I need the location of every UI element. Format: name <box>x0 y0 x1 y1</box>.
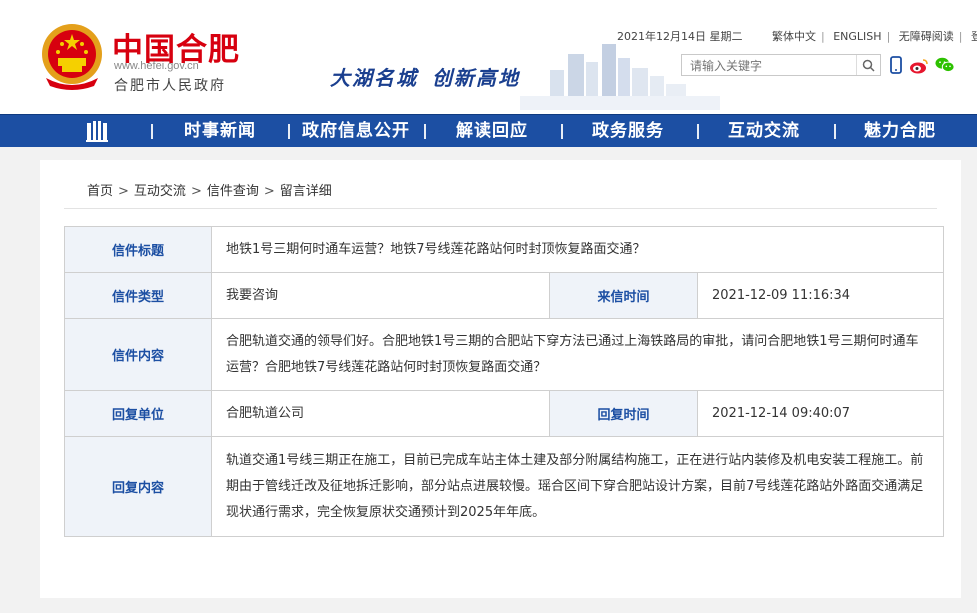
letter-content-value: 合肥轨道交通的领导们好。合肥地铁1号三期的合肥站下穿方法已通过上海铁路局的审批，… <box>211 318 944 391</box>
reply-unit-label: 回复单位 <box>64 390 212 437</box>
breadcrumb-home[interactable]: 首页 <box>87 184 113 199</box>
site-subtitle: 合肥市人民政府 <box>114 78 226 94</box>
reply-unit-value: 合肥轨道公司 <box>211 390 550 437</box>
nav-item-charm-hefei[interactable]: 魅力合肥 <box>840 115 960 148</box>
breadcrumb-interaction[interactable]: 互动交流 <box>134 184 186 199</box>
table-row: 信件标题 地铁1号三期何时通车运营？地铁7号线莲花路站何时封顶恢复路面交通？ <box>64 226 944 273</box>
letter-type-label: 信件类型 <box>64 272 212 319</box>
letter-time-label: 来信时间 <box>549 272 698 319</box>
main-nav: 时事新闻 政府信息公开 解读回应 政务服务 互动交流 魅力合肥 <box>0 114 977 147</box>
slogan-part1: 大湖名城 <box>330 66 418 90</box>
top-links: 2021年12月14日 星期二 繁体中文| ENGLISH| 无障碍阅读| 登录 <box>617 28 977 44</box>
reply-content-label: 回复内容 <box>64 436 212 537</box>
link-english[interactable]: ENGLISH <box>833 30 881 43</box>
reply-time-value: 2021-12-14 09:40:07 <box>697 390 944 437</box>
mobile-link[interactable] <box>886 55 906 75</box>
link-accessibility[interactable]: 无障碍阅读 <box>899 28 954 44</box>
weibo-link[interactable] <box>909 55 929 75</box>
table-row: 信件类型 我要咨询 来信时间 2021-12-09 11:16:34 <box>64 272 944 319</box>
site-url: www.hefei.gov.cn <box>114 60 199 72</box>
site-header: 中国合肥 www.hefei.gov.cn 合肥市人民政府 大湖名城 创新高地 2… <box>0 0 977 114</box>
letter-content-label: 信件内容 <box>64 318 212 391</box>
reply-content-value: 轨道交通1号线三期正在施工，目前已完成车站主体土建及部分附属结构施工，正在进行站… <box>211 436 944 537</box>
letter-time-value: 2021-12-09 11:16:34 <box>697 272 944 319</box>
search-button[interactable] <box>856 55 880 75</box>
wechat-icon <box>935 57 955 72</box>
table-row: 信件内容 合肥轨道交通的领导们好。合肥地铁1号三期的合肥站下穿方法已通过上海铁路… <box>64 318 944 391</box>
slogan: 大湖名城 创新高地 <box>330 62 520 91</box>
breadcrumb-letter-query[interactable]: 信件查询 <box>207 184 259 199</box>
breadcrumb: 首页 > 互动交流 > 信件查询 > 留言详细 <box>87 184 332 199</box>
nav-item-gov-services[interactable]: 政务服务 <box>568 115 688 148</box>
home-building-icon[interactable] <box>85 119 109 143</box>
breadcrumb-divider <box>64 208 937 209</box>
wechat-link[interactable] <box>935 55 955 75</box>
nav-item-gov-info[interactable]: 政府信息公开 <box>292 115 420 148</box>
table-row: 回复单位 合肥轨道公司 回复时间 2021-12-14 09:40:07 <box>64 390 944 437</box>
breadcrumb-current: 留言详细 <box>279 184 332 199</box>
nav-item-news[interactable]: 时事新闻 <box>160 115 280 148</box>
current-date: 2021年12月14日 星期二 <box>617 30 743 43</box>
reply-time-label: 回复时间 <box>549 390 698 437</box>
search-box <box>681 54 881 76</box>
search-input[interactable] <box>682 56 852 76</box>
slogan-part2: 创新高地 <box>432 66 520 90</box>
letter-type-value: 我要咨询 <box>211 272 550 319</box>
letter-title-value: 地铁1号三期何时通车运营？地铁7号线莲花路站何时封顶恢复路面交通？ <box>211 226 944 273</box>
nav-item-interpretation[interactable]: 解读回应 <box>432 115 552 148</box>
link-traditional-chinese[interactable]: 繁体中文 <box>772 28 816 44</box>
letter-detail-table: 信件标题 地铁1号三期何时通车运营？地铁7号线莲花路站何时封顶恢复路面交通？ 信… <box>64 226 944 537</box>
letter-title-label: 信件标题 <box>64 226 212 273</box>
search-icon <box>862 59 875 72</box>
mobile-icon <box>890 56 902 74</box>
national-emblem-icon <box>42 24 102 90</box>
weibo-icon <box>910 58 928 73</box>
link-login[interactable]: 登录 <box>971 28 977 44</box>
table-row: 回复内容 轨道交通1号线三期正在施工，目前已完成车站主体土建及部分附属结构施工，… <box>64 436 944 537</box>
content-panel: 首页 > 互动交流 > 信件查询 > 留言详细 信件标题 地铁1号三期何时通车运营？地铁7号… <box>40 160 961 598</box>
nav-item-interaction[interactable]: 互动交流 <box>704 115 824 148</box>
